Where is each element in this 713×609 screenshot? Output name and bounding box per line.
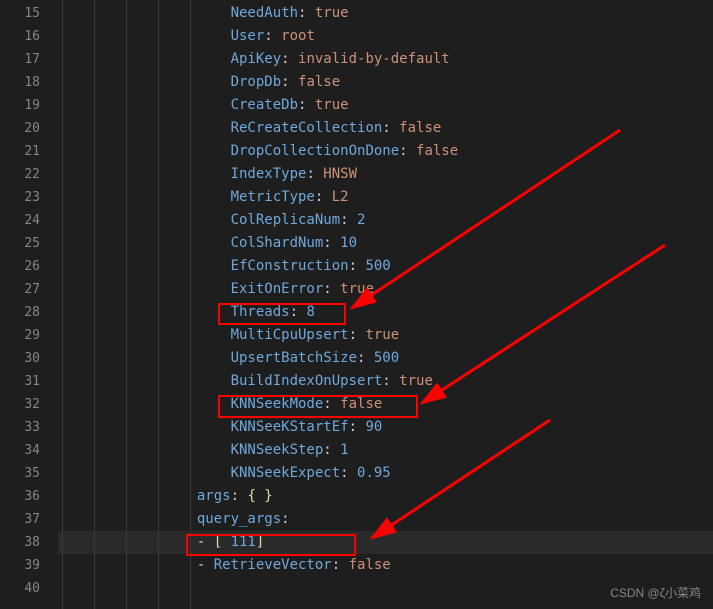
code-editor: 1516171819202122232425262728293031323334… xyxy=(0,0,713,609)
line-number: 27 xyxy=(0,278,58,301)
code-line[interactable]: ReCreateCollection: false xyxy=(58,117,713,140)
code-area[interactable]: NeedAuth: true User: root ApiKey: invali… xyxy=(58,0,713,609)
code-line[interactable]: CreateDb: true xyxy=(58,94,713,117)
code-line[interactable]: ExitOnError: true xyxy=(58,278,713,301)
code-line[interactable]: UpsertBatchSize: 500 xyxy=(58,347,713,370)
line-number: 24 xyxy=(0,209,58,232)
code-line[interactable]: KNNSeeKStartEf: 90 xyxy=(58,416,713,439)
line-gutter: 1516171819202122232425262728293031323334… xyxy=(0,0,58,609)
line-number: 35 xyxy=(0,462,58,485)
code-line[interactable]: KNNSeekStep: 1 xyxy=(58,439,713,462)
line-number: 33 xyxy=(0,416,58,439)
code-line[interactable]: DropCollectionOnDone: false xyxy=(58,140,713,163)
code-line[interactable]: EfConstruction: 500 xyxy=(58,255,713,278)
line-number: 37 xyxy=(0,508,58,531)
line-number: 28 xyxy=(0,301,58,324)
line-number: 40 xyxy=(0,577,58,600)
line-number: 31 xyxy=(0,370,58,393)
code-line[interactable]: BuildIndexOnUpsert: true xyxy=(58,370,713,393)
line-number: 22 xyxy=(0,163,58,186)
line-number: 30 xyxy=(0,347,58,370)
code-line[interactable]: Threads: 8 xyxy=(58,301,713,324)
line-number: 23 xyxy=(0,186,58,209)
code-line[interactable]: args: { } xyxy=(58,485,713,508)
code-line[interactable]: ColShardNum: 10 xyxy=(58,232,713,255)
line-number: 20 xyxy=(0,117,58,140)
code-line[interactable]: KNNSeekExpect: 0.95 xyxy=(58,462,713,485)
line-number: 19 xyxy=(0,94,58,117)
code-line[interactable]: ColReplicaNum: 2 xyxy=(58,209,713,232)
line-number: 18 xyxy=(0,71,58,94)
code-line[interactable]: MultiCpuUpsert: true xyxy=(58,324,713,347)
code-line[interactable]: ApiKey: invalid-by-default xyxy=(58,48,713,71)
code-line[interactable]: MetricType: L2 xyxy=(58,186,713,209)
line-number: 25 xyxy=(0,232,58,255)
line-number: 32 xyxy=(0,393,58,416)
code-line[interactable]: - [ 111] xyxy=(58,531,713,554)
code-line[interactable]: KNNSeekMode: false xyxy=(58,393,713,416)
watermark: CSDN @ζ小菜鸡 xyxy=(610,584,701,601)
line-number: 39 xyxy=(0,554,58,577)
line-number: 16 xyxy=(0,25,58,48)
code-line[interactable]: NeedAuth: true xyxy=(58,2,713,25)
line-number: 34 xyxy=(0,439,58,462)
code-line[interactable]: - RetrieveVector: false xyxy=(58,554,713,577)
line-number: 38 xyxy=(0,531,58,554)
line-number: 17 xyxy=(0,48,58,71)
line-number: 36 xyxy=(0,485,58,508)
code-line[interactable]: DropDb: false xyxy=(58,71,713,94)
line-number: 21 xyxy=(0,140,58,163)
code-line[interactable]: IndexType: HNSW xyxy=(58,163,713,186)
line-number: 29 xyxy=(0,324,58,347)
code-line[interactable]: query_args: xyxy=(58,508,713,531)
line-number: 15 xyxy=(0,2,58,25)
line-number: 26 xyxy=(0,255,58,278)
code-line[interactable]: User: root xyxy=(58,25,713,48)
